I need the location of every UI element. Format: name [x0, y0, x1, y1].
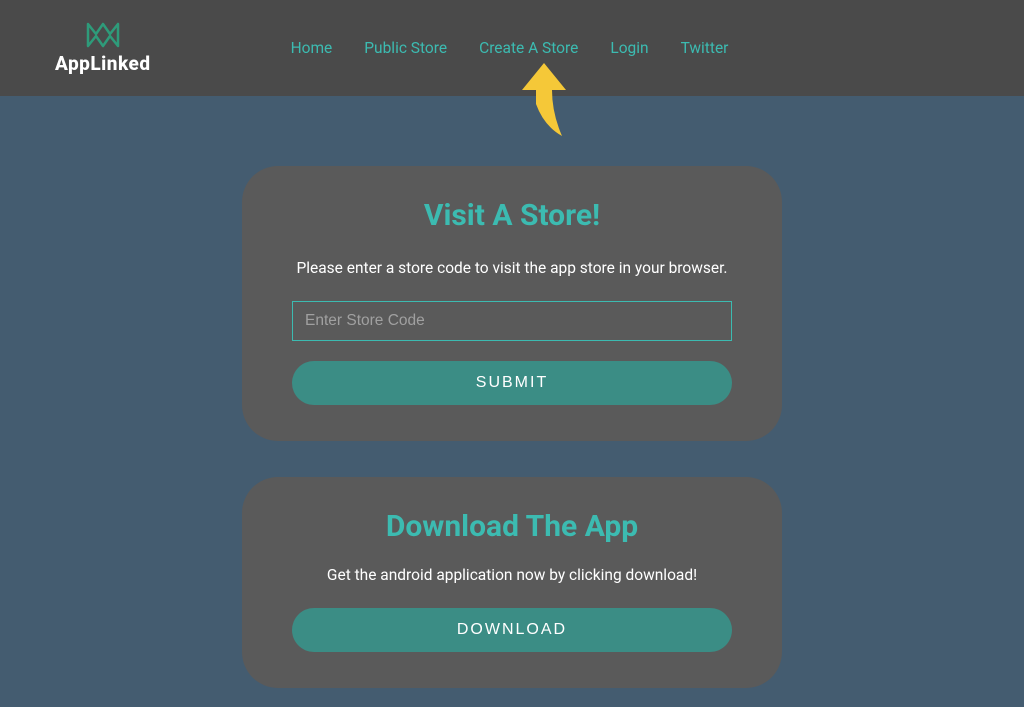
download-app-title: Download The App — [292, 509, 732, 544]
nav-login[interactable]: Login — [610, 39, 648, 57]
nav-create-store[interactable]: Create A Store — [479, 39, 578, 57]
logo-icon — [86, 22, 120, 48]
nav-twitter[interactable]: Twitter — [681, 39, 729, 57]
store-code-input[interactable] — [292, 301, 732, 341]
download-app-description: Get the android application now by click… — [292, 566, 732, 584]
visit-store-description: Please enter a store code to visit the a… — [292, 259, 732, 277]
main-nav: Home Public Store Create A Store Login T… — [291, 39, 729, 57]
visit-store-card: Visit A Store! Please enter a store code… — [242, 166, 782, 441]
logo[interactable]: AppLinked — [55, 22, 151, 75]
download-button[interactable]: DOWNLOAD — [292, 608, 732, 652]
nav-public-store[interactable]: Public Store — [364, 39, 447, 57]
submit-button[interactable]: SUBMIT — [292, 361, 732, 405]
nav-home[interactable]: Home — [291, 39, 333, 57]
logo-text: AppLinked — [55, 52, 151, 75]
pointer-arrow-icon — [514, 58, 574, 143]
visit-store-title: Visit A Store! — [292, 198, 732, 233]
download-app-card: Download The App Get the android applica… — [242, 477, 782, 688]
main-content: Visit A Store! Please enter a store code… — [0, 96, 1024, 688]
header: AppLinked Home Public Store Create A Sto… — [0, 0, 1024, 96]
